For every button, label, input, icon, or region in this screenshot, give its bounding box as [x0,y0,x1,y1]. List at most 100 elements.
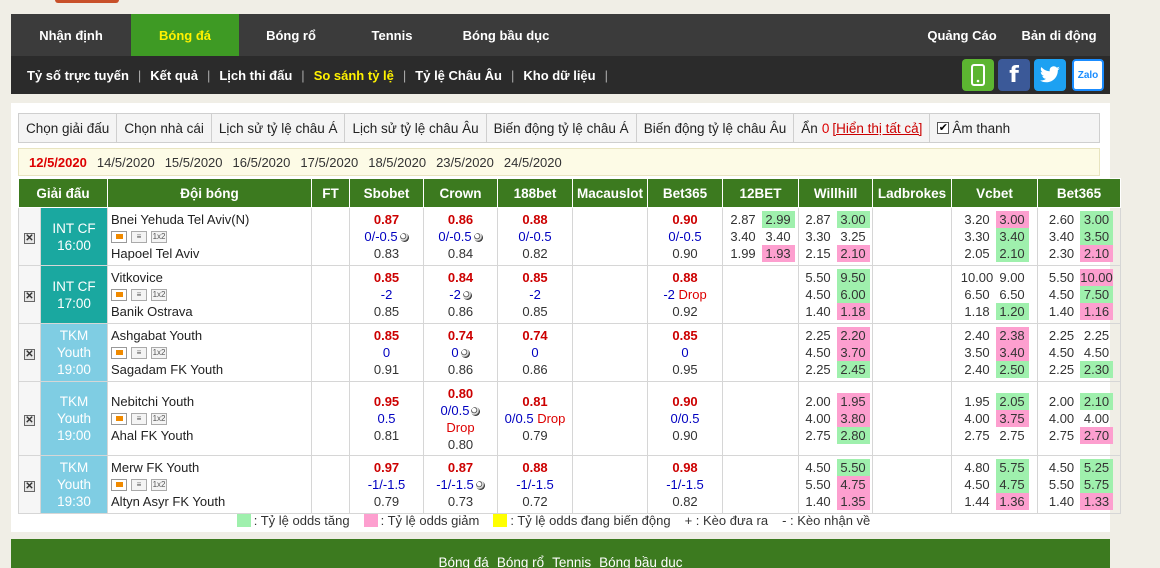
ladbrokes-odds[interactable] [872,455,953,514]
home-team[interactable]: Vitkovice [111,269,311,286]
mobile-app-icon[interactable] [962,59,994,91]
odds-1x2-icon[interactable]: 1x2 [151,230,168,243]
188bet-odds[interactable]: 0.74 0 0.86 [497,323,574,382]
nav-item-bong-da[interactable]: Bóng đá [131,14,239,56]
bet365-odds[interactable]: 0.88 -2 Drop 0.92 [647,265,724,324]
nav-item-bong-ro[interactable]: Bóng rổ [239,14,343,56]
vcbet-odds[interactable]: 10.00 9.00 6.50 6.50 1.18 1.20 [951,265,1039,324]
away-team[interactable]: Altyn Asyr FK Youth [111,493,311,510]
vcbet-odds[interactable]: 4.80 5.75 4.50 4.75 1.44 1.36 [951,455,1039,514]
subnav-so-sanh-ty-le[interactable]: So sánh tỷ lệ [314,68,394,83]
macauslot-odds[interactable] [572,207,649,266]
sbobet-odds[interactable]: 0.85 0 0.91 [349,323,425,382]
stats-icon[interactable]: ≡ [131,478,148,491]
willhill-odds[interactable]: 2.25 2.20 4.50 3.70 2.25 2.45 [798,323,874,382]
remove-match-icon[interactable]: ✕ [24,233,35,244]
12bet-odds[interactable] [722,323,800,382]
12bet-odds[interactable] [722,381,800,456]
nav-item-bong-bau-duc[interactable]: Bóng bầu dục [441,14,571,56]
stats-icon[interactable]: ≡ [131,288,148,301]
footer-link-bong-da[interactable]: Bóng đá [439,551,489,568]
macauslot-odds[interactable] [572,323,649,382]
nav-item-tennis[interactable]: Tennis [343,14,441,56]
odds-1x2-icon[interactable]: 1x2 [151,288,168,301]
stats-icon[interactable]: ≡ [131,230,148,243]
european-odds-history-button[interactable]: Lịch sử tỷ lệ châu Âu [345,114,487,142]
willhill-odds[interactable]: 5.50 9.50 4.50 6.00 1.40 1.18 [798,265,874,324]
show-all-link[interactable]: [Hiển thị tất cả] [832,121,922,136]
crown-odds[interactable]: 0.84 -2 0.86 [423,265,499,324]
bet365-odds[interactable]: 0.90 0/-0.5 0.90 [647,207,724,266]
zalo-icon[interactable]: Zalo [1072,59,1104,91]
188bet-odds[interactable]: 0.88 -1/-1.5 0.72 [497,455,574,514]
subnav-ty-le-chau-au[interactable]: Tỷ lệ Châu Âu [415,68,502,83]
asian-odds-history-button[interactable]: Lịch sử tỷ lệ châu Á [212,114,346,142]
select-bookmaker-button[interactable]: Chọn nhà cái [117,114,212,142]
ladbrokes-odds[interactable] [872,323,953,382]
ladbrokes-odds[interactable] [872,381,953,456]
willhill-odds[interactable]: 2.87 3.00 3.30 3.25 2.15 2.10 [798,207,874,266]
bet365-eu-odds[interactable]: 2.00 2.10 4.00 4.00 2.75 2.70 [1037,381,1122,456]
date-link[interactable]: 16/5/2020 [233,155,291,170]
bet365-odds[interactable]: 0.85 0 0.95 [647,323,724,382]
odds-1x2-icon[interactable]: 1x2 [151,346,168,359]
away-team[interactable]: Hapoel Tel Aviv [111,245,311,262]
willhill-odds[interactable]: 4.50 5.50 5.50 4.75 1.40 1.35 [798,455,874,514]
league-badge[interactable]: TKM Youth 19:30 [41,456,107,513]
date-link[interactable]: 14/5/2020 [97,155,155,170]
vcbet-odds[interactable]: 2.40 2.38 3.50 3.40 2.40 2.50 [951,323,1039,382]
sbobet-odds[interactable]: 0.85 -2 0.85 [349,265,425,324]
remove-match-icon[interactable]: ✕ [24,349,35,360]
188bet-odds[interactable]: 0.88 0/-0.5 0.82 [497,207,574,266]
bet365-eu-odds[interactable]: 2.25 2.25 4.50 4.50 2.25 2.30 [1037,323,1122,382]
home-team[interactable]: Nebitchi Youth [111,393,311,410]
vcbet-odds[interactable]: 1.95 2.05 4.00 3.75 2.75 2.75 [951,381,1039,456]
date-link[interactable]: 24/5/2020 [504,155,562,170]
stats-icon[interactable]: ≡ [131,412,148,425]
home-team[interactable]: Merw FK Youth [111,459,311,476]
away-team[interactable]: Banik Ostrava [111,303,311,320]
date-link[interactable]: 15/5/2020 [165,155,223,170]
nav-item-ban-di-dong[interactable]: Bản di động [1008,14,1110,56]
facebook-icon[interactable]: f [998,59,1030,91]
subnav-lich-thi-dau[interactable]: Lịch thi đấu [219,68,292,83]
macauslot-odds[interactable] [572,265,649,324]
away-team[interactable]: Sagadam FK Youth [111,361,311,378]
home-team[interactable]: Bnei Yehuda Tel Aviv(N) [111,211,311,228]
odds-1x2-icon[interactable]: 1x2 [151,478,168,491]
bet365-odds[interactable]: 0.90 0/0.5 0.90 [647,381,724,456]
ladbrokes-odds[interactable] [872,207,953,266]
league-badge[interactable]: TKM Youth 19:00 [41,324,107,381]
date-link[interactable]: 17/5/2020 [300,155,358,170]
european-odds-movement-button[interactable]: Biến động tỷ lệ châu Âu [637,114,795,142]
sbobet-odds[interactable]: 0.87 0/-0.5 0.83 [349,207,425,266]
nav-item-quang-cao[interactable]: Quảng Cáo [916,14,1008,56]
flag-icon[interactable] [111,288,128,301]
12bet-odds[interactable] [722,265,800,324]
home-team[interactable]: Ashgabat Youth [111,327,311,344]
sbobet-odds[interactable]: 0.97 -1/-1.5 0.79 [349,455,425,514]
willhill-odds[interactable]: 2.00 1.95 4.00 3.80 2.75 2.80 [798,381,874,456]
nav-item-nhan-dinh[interactable]: Nhận định [11,14,131,56]
sbobet-odds[interactable]: 0.95 0.5 0.81 [349,381,425,456]
bet365-odds[interactable]: 0.98 -1/-1.5 0.82 [647,455,724,514]
crown-odds[interactable]: 0.80 0/0.5 Drop 0.80 [423,381,499,456]
bet365-eu-odds[interactable]: 5.50 10.00 4.50 7.50 1.40 1.16 [1037,265,1122,324]
league-badge[interactable]: INT CF 16:00 [41,208,107,265]
date-link[interactable]: 23/5/2020 [436,155,494,170]
stats-icon[interactable]: ≡ [131,346,148,359]
date-link[interactable]: 18/5/2020 [368,155,426,170]
remove-match-icon[interactable]: ✕ [24,291,35,302]
league-badge[interactable]: TKM Youth 19:00 [41,382,107,455]
sound-toggle[interactable]: ✔ Âm thanh [930,114,1017,142]
odds-1x2-icon[interactable]: 1x2 [151,412,168,425]
subnav-ket-qua[interactable]: Kết quả [150,68,198,83]
footer-link-tennis[interactable]: Tennis [552,551,591,568]
league-badge[interactable]: INT CF 17:00 [41,266,107,323]
macauslot-odds[interactable] [572,455,649,514]
flag-icon[interactable] [111,346,128,359]
select-league-button[interactable]: Chọn giải đấu [19,114,118,142]
ladbrokes-odds[interactable] [872,265,953,324]
remove-match-icon[interactable]: ✕ [24,481,35,492]
footer-link-bong-ro[interactable]: Bóng rổ [497,551,544,568]
